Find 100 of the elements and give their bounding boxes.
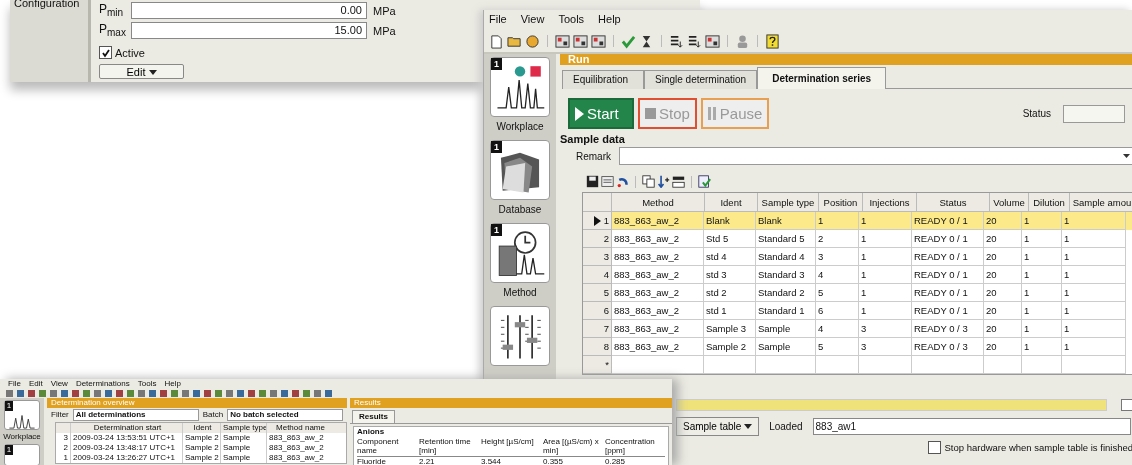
column-header[interactable]: Ident bbox=[705, 193, 758, 212]
checkmark-icon[interactable] bbox=[621, 33, 636, 49]
column-header[interactable]: Sample amou bbox=[1070, 193, 1132, 212]
table-cell: 20 bbox=[984, 302, 1022, 320]
empty-cell[interactable] bbox=[816, 356, 859, 374]
insert-icon[interactable] bbox=[657, 175, 670, 188]
panel-title-bar: Determination overview bbox=[47, 398, 347, 408]
sliders-tile[interactable] bbox=[490, 306, 550, 366]
new-file-icon[interactable] bbox=[489, 33, 504, 49]
empty-cell[interactable] bbox=[1022, 356, 1062, 374]
table-cell: Sample bbox=[220, 433, 266, 443]
undo-icon[interactable] bbox=[616, 175, 629, 188]
column-header[interactable]: Sample type bbox=[220, 423, 266, 433]
table-cell: 1 bbox=[1022, 266, 1062, 284]
horizontal-scrollbar[interactable] bbox=[676, 399, 1107, 411]
menu-item[interactable]: File bbox=[8, 379, 21, 389]
workplace-tile[interactable]: 1 bbox=[4, 400, 40, 430]
header-corner bbox=[583, 193, 612, 212]
table-row[interactable]: 5 883_863_aw_2 std 2 Standard 2 5 1 READY 0 / 1 20 1 1 bbox=[583, 284, 1132, 302]
menu-item[interactable]: Tools bbox=[137, 379, 157, 389]
checklist-icon[interactable] bbox=[698, 175, 711, 188]
start-button[interactable]: Start bbox=[568, 98, 634, 129]
menu-item[interactable]: View bbox=[50, 379, 68, 389]
table-row[interactable]: 6 883_863_aw_2 std 1 Standard 1 6 1 READY 0 / 1 20 1 1 bbox=[583, 302, 1132, 320]
checkbox-label: Active bbox=[115, 46, 145, 59]
sidebar-label: Workplace bbox=[3, 432, 41, 442]
person-icon[interactable] bbox=[735, 33, 750, 49]
table-cell: 20 bbox=[984, 338, 1022, 356]
sidebar-label: Database bbox=[498, 204, 542, 215]
table-row[interactable]: 2 883_863_aw_2 Std 5 Standard 5 2 1 READY 0 / 1 20 1 1 bbox=[583, 230, 1132, 248]
edit-button[interactable]: Edit bbox=[99, 64, 184, 79]
table-row[interactable]: 1 883_863_aw_2 Blank Blank 1 1 READY 0 / 1 20 1 1 bbox=[583, 212, 1132, 230]
tab[interactable]: Results bbox=[352, 410, 395, 423]
column-header[interactable]: Position bbox=[819, 193, 863, 212]
column-header[interactable]: Status bbox=[917, 193, 990, 212]
grid-icon[interactable] bbox=[555, 33, 570, 49]
list-icon[interactable] bbox=[669, 33, 684, 49]
field-label: P$_{max}$ bbox=[99, 22, 125, 39]
row-number: 3 bbox=[62, 433, 69, 443]
count-badge: 1 bbox=[491, 58, 502, 70]
table-cell: Sample bbox=[756, 338, 816, 356]
workplace-tile[interactable]: 1 bbox=[490, 57, 550, 117]
table-row[interactable]: 7 883_863_aw_2 Sample 3 Sample 4 3 READY 0 / 3 20 1 1 bbox=[583, 320, 1132, 338]
column-header[interactable]: Ident bbox=[182, 423, 220, 433]
grid-icon[interactable] bbox=[573, 33, 588, 49]
menu-item[interactable]: Determinations bbox=[75, 379, 130, 389]
table-cell: 1 bbox=[1022, 320, 1062, 338]
grid-icon[interactable] bbox=[591, 33, 606, 49]
database-tile[interactable]: 1 bbox=[490, 140, 550, 200]
input-field[interactable]: 15.00 bbox=[131, 22, 367, 39]
empty-cell[interactable] bbox=[1062, 356, 1126, 374]
grid-icon[interactable] bbox=[705, 33, 720, 49]
list-icon[interactable] bbox=[687, 33, 702, 49]
checkbox[interactable] bbox=[99, 46, 112, 59]
tab[interactable]: Determination series bbox=[757, 67, 887, 89]
table-row[interactable]: 4 883_863_aw_2 std 3 Standard 3 4 1 READY 0 / 1 20 1 1 bbox=[583, 266, 1132, 284]
sample-table-button[interactable]: Sample table bbox=[676, 417, 760, 436]
table-cell: 1 bbox=[1022, 230, 1062, 248]
menu-item[interactable]: Tools bbox=[558, 13, 585, 27]
column-header[interactable]: Method name bbox=[266, 423, 332, 433]
input-field[interactable]: 0.00 bbox=[131, 2, 367, 19]
document-icon[interactable] bbox=[601, 175, 614, 188]
tab[interactable]: Equilibration bbox=[562, 70, 644, 89]
remark-dropdown[interactable] bbox=[619, 147, 1132, 165]
database-tile[interactable]: 1 bbox=[4, 444, 40, 465]
table-cell: 883_863_aw_2 bbox=[612, 248, 704, 266]
table-cell: 3 bbox=[816, 248, 859, 266]
table-cell: 20 bbox=[984, 212, 1022, 230]
tab[interactable]: Single determination bbox=[644, 70, 758, 89]
method-tile[interactable]: 1 bbox=[490, 223, 550, 283]
column-header[interactable]: Method bbox=[612, 193, 705, 212]
column-header[interactable]: Determination start bbox=[70, 423, 182, 433]
copy-icon[interactable] bbox=[642, 175, 655, 188]
batch-dropdown[interactable]: No batch selected bbox=[227, 409, 343, 421]
table-cell: 1 bbox=[859, 212, 912, 230]
table-cell: 20 bbox=[984, 320, 1022, 338]
menu-item[interactable]: Help bbox=[164, 379, 181, 389]
checkbox[interactable] bbox=[928, 441, 942, 454]
column-header[interactable]: Dilution bbox=[1029, 193, 1070, 212]
column-header[interactable]: Injections bbox=[863, 193, 917, 212]
empty-cell[interactable] bbox=[912, 356, 984, 374]
menu-item[interactable]: Help bbox=[598, 13, 621, 27]
table-row[interactable]: 8 883_863_aw_2 Sample 2 Sample 5 3 READY 0 / 3 20 1 1 bbox=[583, 338, 1132, 356]
empty-cell[interactable] bbox=[704, 356, 756, 374]
table-icon[interactable] bbox=[672, 175, 685, 188]
empty-cell[interactable] bbox=[756, 356, 816, 374]
menu-item[interactable]: File bbox=[489, 13, 507, 27]
empty-cell[interactable] bbox=[984, 356, 1022, 374]
table-row[interactable]: 3 883_863_aw_2 std 4 Standard 4 3 1 READY 0 / 1 20 1 1 bbox=[583, 248, 1132, 266]
column-header[interactable]: Sample type bbox=[758, 193, 819, 212]
empty-cell[interactable] bbox=[859, 356, 912, 374]
table-cell: std 4 bbox=[704, 248, 756, 266]
sidebar-label: Method bbox=[503, 287, 537, 298]
column-header[interactable]: Volume bbox=[990, 193, 1029, 212]
help-icon[interactable] bbox=[765, 33, 780, 49]
stop-icon bbox=[645, 108, 656, 119]
menu-item[interactable]: View bbox=[520, 13, 545, 27]
scroll-right-button[interactable] bbox=[1121, 399, 1132, 411]
menu-item[interactable]: Edit bbox=[28, 379, 43, 389]
filter-dropdown[interactable]: All determinations bbox=[72, 409, 199, 421]
